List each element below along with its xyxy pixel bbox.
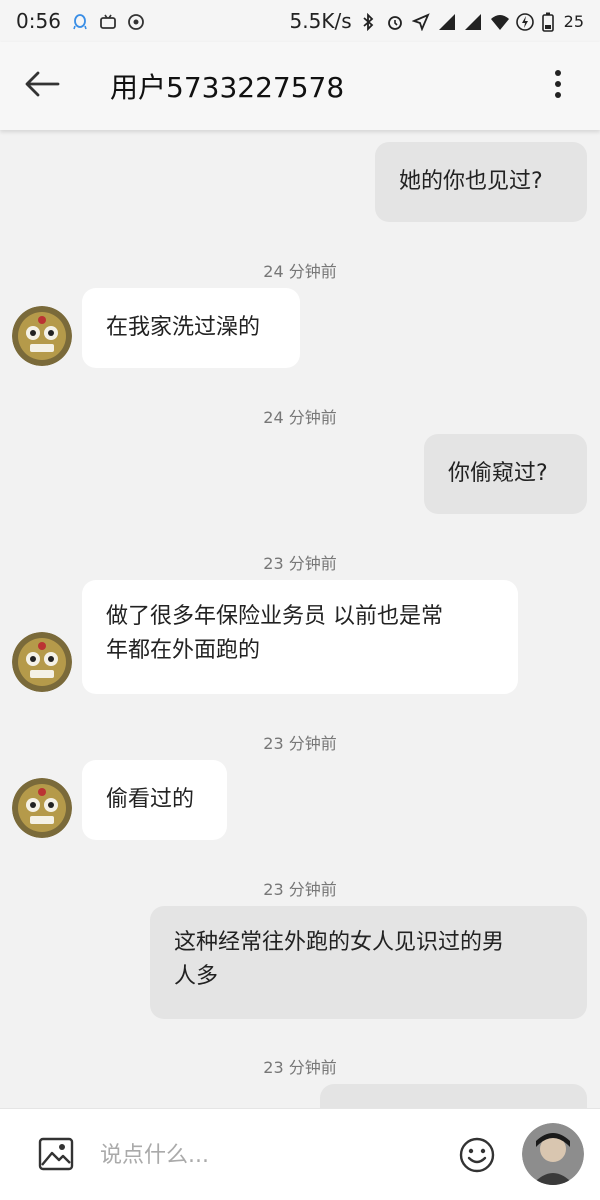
bluetooth-icon bbox=[360, 12, 378, 32]
message-bubble-outgoing-partial[interactable] bbox=[320, 1084, 587, 1108]
alarm-icon bbox=[386, 12, 404, 30]
message-text-line: 这种经常往外跑的女人见识过的男 bbox=[174, 930, 505, 955]
bilibili-icon bbox=[99, 12, 117, 30]
message-bubble-incoming[interactable]: 在我家洗过澡的 bbox=[82, 288, 300, 368]
wifi-icon bbox=[490, 12, 509, 30]
image-icon bbox=[38, 1137, 74, 1175]
signal-icon bbox=[438, 12, 456, 30]
message-text: 她的你也见过? bbox=[399, 169, 543, 194]
location-icon bbox=[411, 12, 430, 32]
more-options-button[interactable] bbox=[536, 64, 580, 108]
netease-music-icon bbox=[127, 12, 145, 30]
message-text-line: 年都在外面跑的 bbox=[106, 638, 261, 663]
message-bubble-outgoing[interactable]: 这种经常往外跑的女人见识过的男 人多 bbox=[150, 906, 587, 1019]
network-speed: 5.5K/s bbox=[289, 9, 352, 33]
message-timestamp: 24 分钟前 bbox=[263, 262, 337, 281]
message-text-line: 做了很多年保险业务员 以前也是常 bbox=[106, 604, 443, 629]
message-timestamp: 23 分钟前 bbox=[263, 1058, 337, 1077]
more-vert-icon bbox=[554, 69, 562, 103]
emoji-button[interactable] bbox=[458, 1136, 496, 1174]
message-input[interactable] bbox=[100, 1133, 440, 1177]
message-bubble-incoming[interactable]: 做了很多年保险业务员 以前也是常 年都在外面跑的 bbox=[82, 580, 518, 694]
charging-icon bbox=[515, 12, 534, 31]
contact-avatar[interactable] bbox=[12, 632, 72, 692]
back-arrow-icon bbox=[24, 70, 60, 102]
status-bar: 0:56 5.5K/s 25 bbox=[0, 0, 600, 42]
message-timestamp: 24 分钟前 bbox=[263, 408, 337, 427]
message-text-line: 人多 bbox=[174, 964, 219, 989]
image-picker-button[interactable] bbox=[38, 1137, 76, 1173]
contact-avatar[interactable] bbox=[12, 306, 72, 366]
signal-2-icon bbox=[464, 12, 482, 30]
message-timestamp: 23 分钟前 bbox=[263, 554, 337, 573]
status-time: 0:56 bbox=[16, 9, 61, 33]
contact-avatar[interactable] bbox=[12, 778, 72, 838]
app-bar: 用户5733227578 bbox=[0, 42, 600, 130]
page-title: 用户5733227578 bbox=[110, 71, 345, 104]
timestamp-clipped: · · · bbox=[0, 130, 600, 137]
battery-icon bbox=[541, 12, 560, 32]
back-button[interactable] bbox=[0, 42, 84, 130]
message-text: 在我家洗过澡的 bbox=[106, 315, 261, 340]
qq-icon bbox=[71, 12, 89, 30]
message-timestamp: 23 分钟前 bbox=[263, 880, 337, 899]
chat-message-list[interactable]: · · · 她的你也见过? 24 分钟前 在我家洗过澡的 24 分钟前 你偷窥过… bbox=[0, 130, 600, 1108]
message-timestamp: 23 分钟前 bbox=[263, 734, 337, 753]
message-bubble-outgoing[interactable]: 她的你也见过? bbox=[375, 142, 587, 222]
message-input-bar bbox=[0, 1108, 600, 1200]
user-avatar[interactable] bbox=[522, 1123, 584, 1185]
message-bubble-outgoing[interactable]: 你偷窥过? bbox=[424, 434, 587, 514]
message-text: 偷看过的 bbox=[106, 787, 195, 812]
emoji-icon bbox=[458, 1137, 496, 1178]
message-text: 你偷窥过? bbox=[448, 461, 548, 486]
battery-level: 25 bbox=[563, 11, 584, 31]
message-bubble-incoming[interactable]: 偷看过的 bbox=[82, 760, 227, 840]
